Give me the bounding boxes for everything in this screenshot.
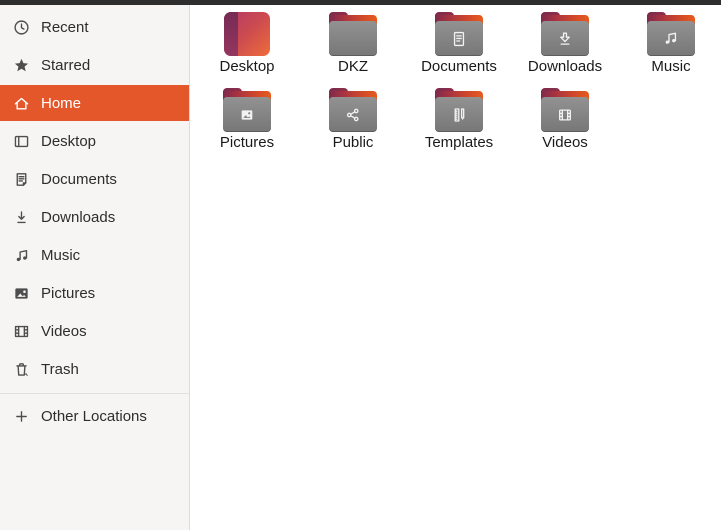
file-label: Music <box>651 58 691 75</box>
sidebar-item-home[interactable]: Home <box>0 85 189 121</box>
sidebar-item-documents[interactable]: Documents <box>0 161 189 197</box>
sidebar-item-label: Home <box>41 94 82 112</box>
picture-icon <box>13 285 30 302</box>
folder-public-icon <box>329 88 377 132</box>
sidebar-item-label: Trash <box>41 360 79 378</box>
file-item-music[interactable]: Music <box>618 8 721 84</box>
file-item-documents[interactable]: Documents <box>406 8 512 84</box>
public-glyph-icon <box>329 97 377 132</box>
file-label: Desktop <box>219 58 275 75</box>
sidebar-item-starred[interactable]: Starred <box>0 47 189 83</box>
sidebar-item-label: Documents <box>41 170 117 188</box>
folder-videos-icon <box>541 88 589 132</box>
file-grid: Desktop DKZ Documents Downloads Music Picture… <box>194 8 721 160</box>
sidebar-item-label: Other Locations <box>41 407 147 425</box>
downloads-glyph-icon <box>541 21 589 56</box>
sidebar-item-label: Music <box>41 246 81 264</box>
desktop-folder-icon <box>224 12 270 56</box>
file-label: Videos <box>542 134 588 151</box>
document-icon <box>13 171 30 188</box>
templates-glyph-icon <box>435 97 483 132</box>
folder-documents-icon <box>435 12 483 56</box>
file-label: Public <box>332 134 374 151</box>
sidebar-separator <box>0 393 189 394</box>
folder-templates-icon <box>435 88 483 132</box>
file-label: Documents <box>421 58 497 75</box>
sidebar-item-music[interactable]: Music <box>0 237 189 273</box>
star-icon <box>13 57 30 74</box>
sidebar-footer: Other Locations <box>0 398 189 434</box>
sidebar-item-pictures[interactable]: Pictures <box>0 275 189 311</box>
folder-body <box>329 21 377 56</box>
folder-pictures-icon <box>223 88 271 132</box>
sidebar-item-label: Pictures <box>41 284 96 302</box>
file-label: Templates <box>424 134 494 151</box>
clock-icon <box>13 19 30 36</box>
file-view: Desktop DKZ Documents Downloads Music Picture… <box>190 5 721 530</box>
film-icon <box>13 323 30 340</box>
sidebar-item-label: Videos <box>41 322 87 340</box>
folder-music-icon <box>647 12 695 56</box>
file-item-downloads[interactable]: Downloads <box>512 8 618 84</box>
sidebar-item-other-locations[interactable]: Other Locations <box>0 398 189 434</box>
sidebar: Recent Starred Home Desktop Documents Downloa… <box>0 5 190 530</box>
file-item-desktop[interactable]: Desktop <box>194 8 300 84</box>
sidebar-list: Recent Starred Home Desktop Documents Downloa… <box>0 5 189 387</box>
trash-icon <box>13 361 30 378</box>
folder-downloads-icon <box>541 12 589 56</box>
music-glyph-icon <box>647 21 695 56</box>
sidebar-item-label: Recent <box>41 18 89 36</box>
sidebar-item-label: Starred <box>41 56 91 74</box>
documents-glyph-icon <box>435 21 483 56</box>
file-item-videos[interactable]: Videos <box>512 84 618 160</box>
file-item-templates[interactable]: Templates <box>406 84 512 160</box>
sidebar-item-downloads[interactable]: Downloads <box>0 199 189 235</box>
sidebar-item-label: Downloads <box>41 208 116 226</box>
videos-glyph-icon <box>541 97 589 132</box>
music-note-icon <box>13 247 30 264</box>
file-item-public[interactable]: Public <box>300 84 406 160</box>
sidebar-item-videos[interactable]: Videos <box>0 313 189 349</box>
file-item-pictures[interactable]: Pictures <box>194 84 300 160</box>
file-label: Pictures <box>219 134 275 151</box>
download-icon <box>13 209 30 226</box>
home-icon <box>13 95 30 112</box>
file-label: Downloads <box>527 58 603 75</box>
file-label: DKZ <box>338 58 368 75</box>
sidebar-item-label: Desktop <box>41 132 97 150</box>
pictures-glyph-icon <box>223 97 271 132</box>
desktop-icon-stripe <box>224 12 238 56</box>
sidebar-item-trash[interactable]: Trash <box>0 351 189 387</box>
sidebar-item-recent[interactable]: Recent <box>0 9 189 45</box>
folder-icon <box>329 12 377 56</box>
file-item-dkz[interactable]: DKZ <box>300 8 406 84</box>
desktop-panel-icon <box>13 133 30 150</box>
plus-icon <box>13 408 30 425</box>
sidebar-item-desktop[interactable]: Desktop <box>0 123 189 159</box>
